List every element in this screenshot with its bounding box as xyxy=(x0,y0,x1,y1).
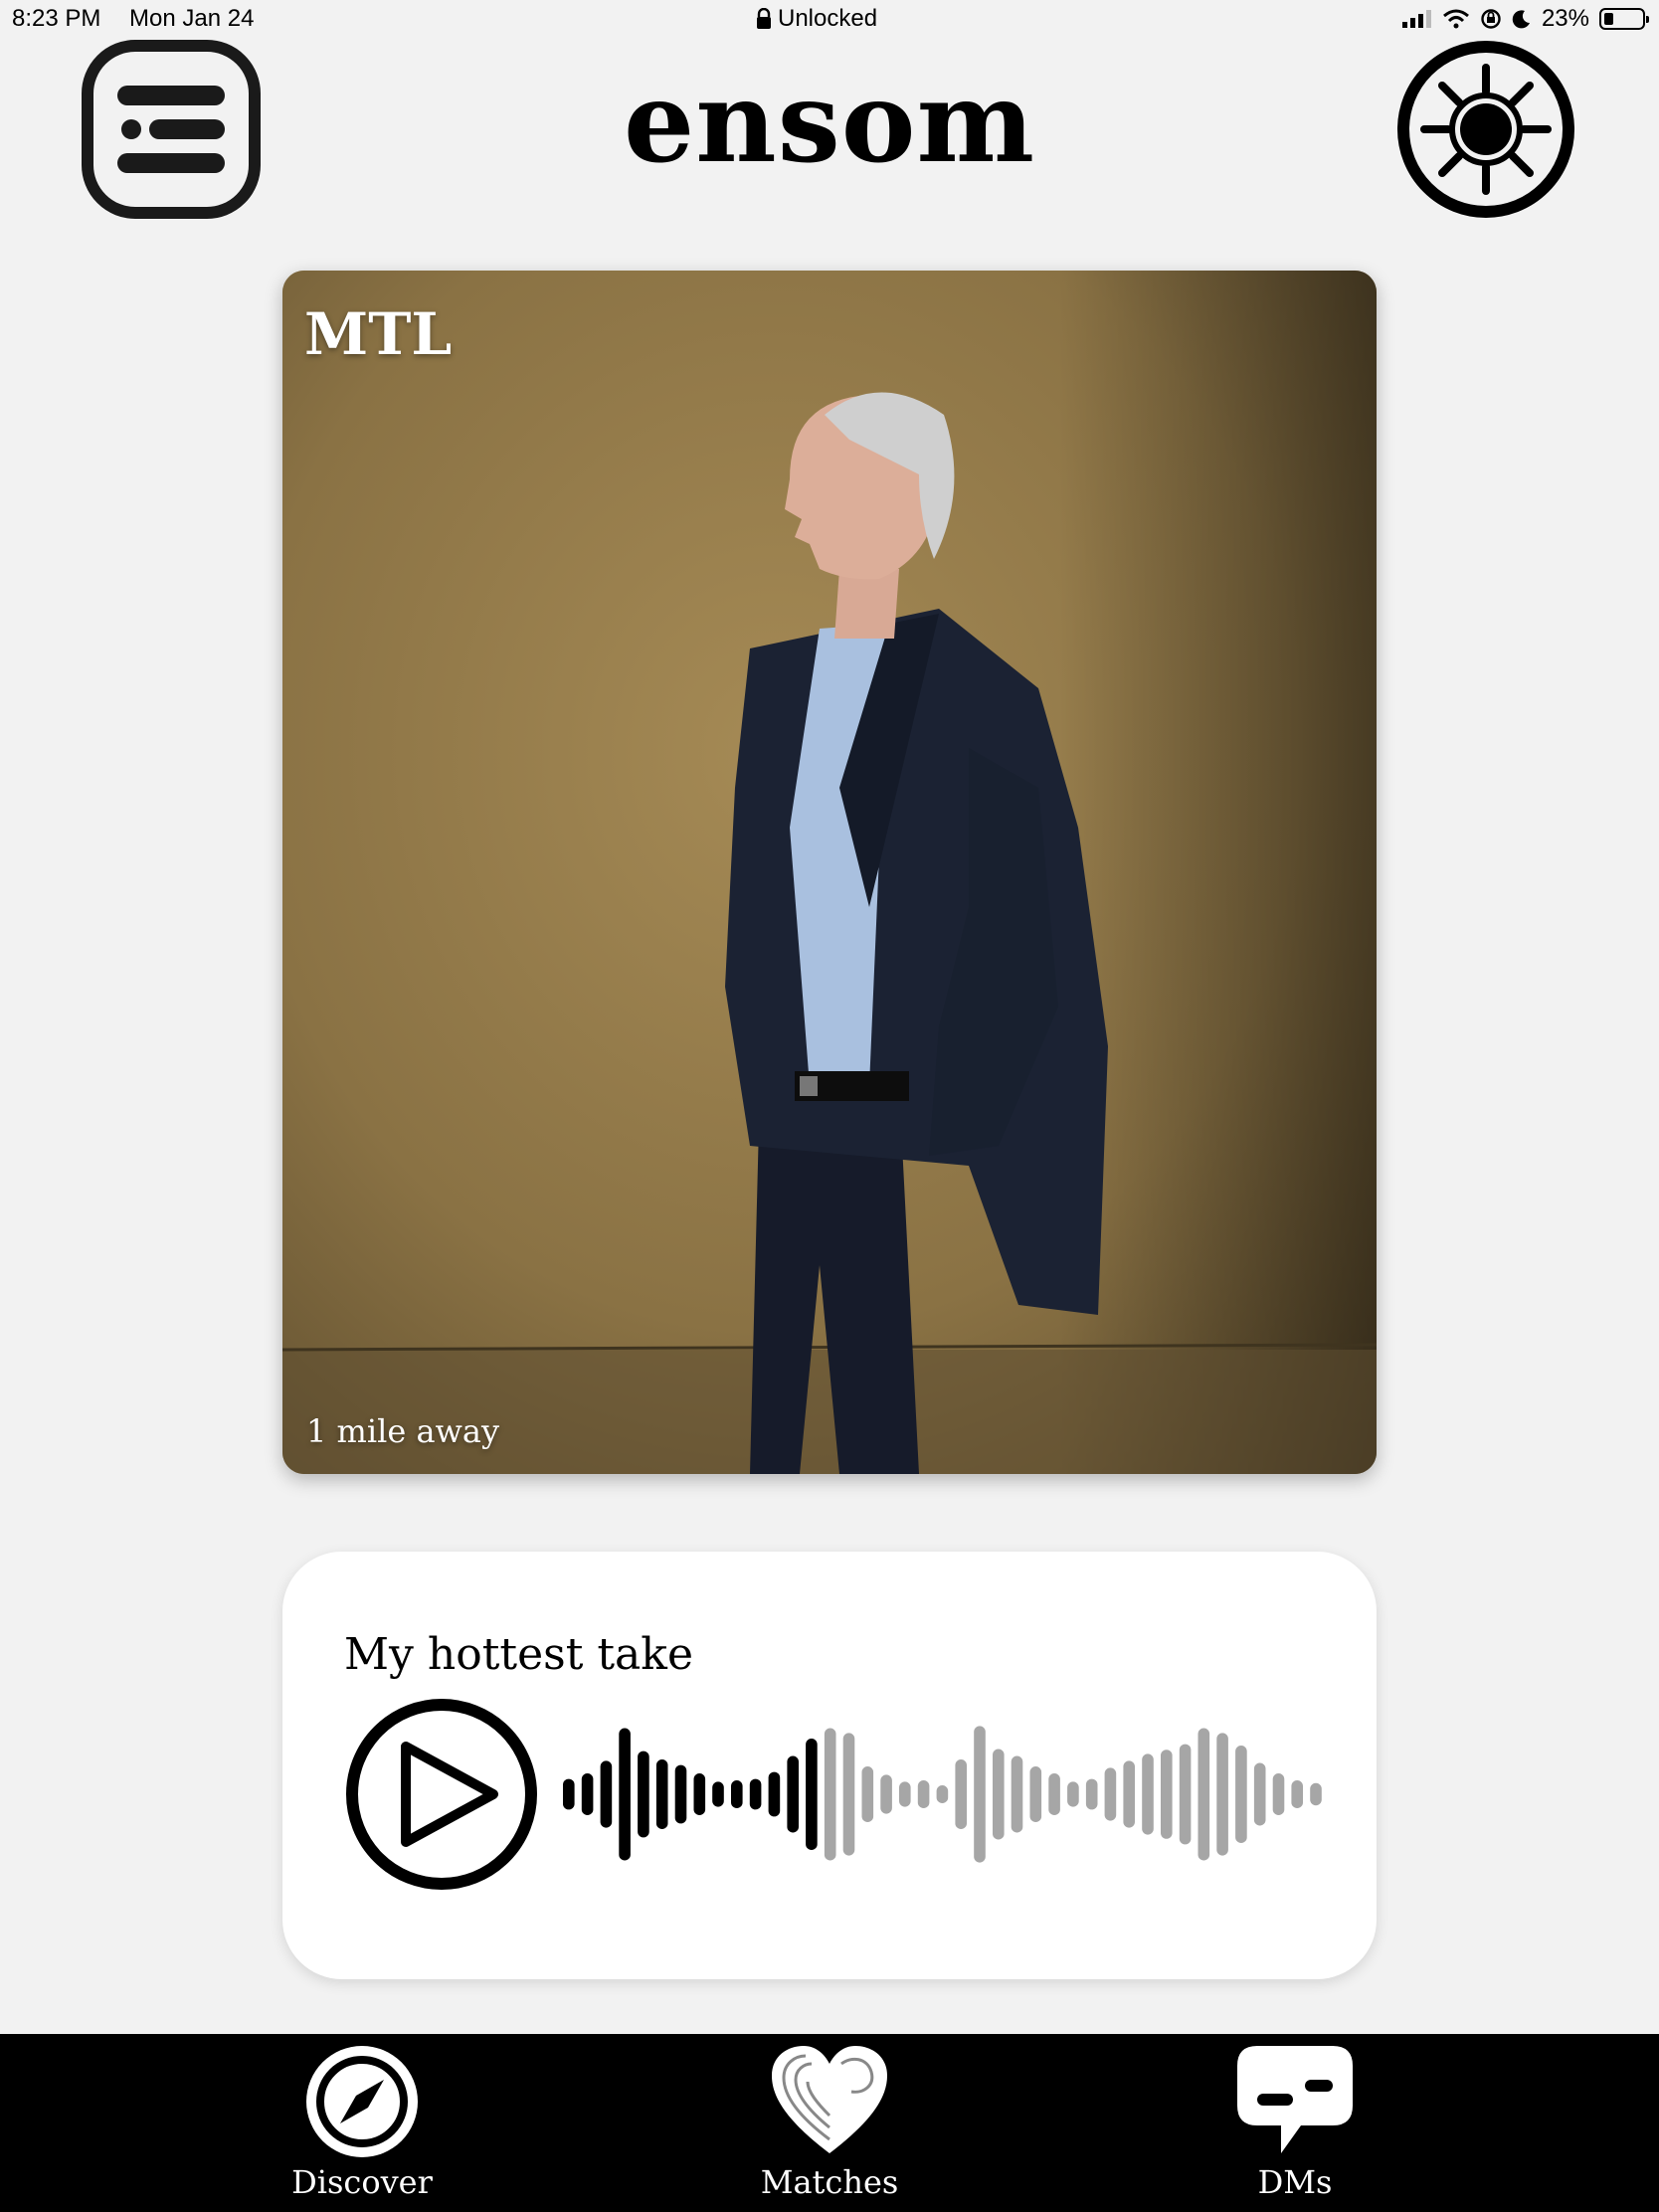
nav-matches[interactable]: Matches xyxy=(700,2042,959,2211)
waveform-bar xyxy=(1291,1780,1303,1808)
chat-bubble-icon xyxy=(1237,2046,1353,2153)
man-in-suit-profile-photo xyxy=(282,271,1377,1474)
waveform-bar xyxy=(693,1773,706,1815)
waveform-bar xyxy=(731,1780,743,1808)
nav-discover[interactable]: Discover xyxy=(233,2042,491,2211)
profile-distance: 1 mile away xyxy=(306,1412,500,1450)
waveform-bar xyxy=(1310,1782,1322,1806)
waveform-bar xyxy=(674,1764,687,1824)
waveform-bar xyxy=(880,1774,892,1814)
waveform-bar xyxy=(1011,1755,1023,1833)
status-time: 8:23 PM xyxy=(12,5,101,32)
lock-status: Unlocked xyxy=(756,5,877,33)
bottom-nav: Discover Matches DMs xyxy=(0,2034,1659,2212)
waveform-bar xyxy=(712,1781,724,1807)
moon-icon xyxy=(1512,10,1530,29)
nav-dms-label: DMs xyxy=(1257,2163,1333,2201)
battery-percent: 23% xyxy=(1541,5,1589,32)
audio-prompt-card: My hottest take xyxy=(282,1552,1377,1979)
waveform-bar xyxy=(936,1785,949,1803)
waveform-bar xyxy=(581,1773,594,1815)
waveform-bar xyxy=(955,1759,967,1829)
orientation-lock-icon xyxy=(1481,9,1501,29)
status-date: Mon Jan 24 xyxy=(129,5,255,32)
waveform-bar xyxy=(619,1728,631,1861)
waveform-bar xyxy=(1235,1746,1247,1843)
waveform-bar xyxy=(1123,1760,1135,1828)
status-bar: 8:23 PM Mon Jan 24 Unlocked 23% xyxy=(0,0,1659,40)
waveform-bar xyxy=(768,1771,781,1817)
waveform-bar xyxy=(1067,1781,1079,1807)
prompt-title: My hottest take xyxy=(344,1629,693,1680)
waveform-bar xyxy=(842,1733,855,1856)
waveform-bar xyxy=(638,1751,649,1838)
waveform-bar xyxy=(1198,1728,1210,1861)
battery-level xyxy=(1604,13,1613,25)
nav-discover-label: Discover xyxy=(291,2163,433,2201)
play-button[interactable] xyxy=(344,1697,539,1892)
settings-button[interactable] xyxy=(1396,40,1575,219)
waveform-bar xyxy=(1179,1744,1192,1845)
waveform-bar xyxy=(655,1759,668,1829)
waveform-bar xyxy=(600,1760,613,1828)
nav-matches-label: Matches xyxy=(760,2163,899,2201)
waveform-bar xyxy=(563,1778,575,1810)
waveform-bar xyxy=(1216,1733,1228,1856)
waveform-bar xyxy=(899,1781,911,1807)
waveform-bar xyxy=(1104,1767,1117,1821)
waveform-bar xyxy=(861,1766,874,1822)
waveform-bar xyxy=(1253,1762,1266,1826)
heart-icon xyxy=(772,2046,887,2153)
lock-icon xyxy=(757,8,771,29)
audio-waveform[interactable] xyxy=(561,1725,1327,1864)
waveform-bar xyxy=(917,1780,930,1808)
nav-dms[interactable]: DMs xyxy=(1166,2042,1424,2211)
signal-icon xyxy=(1401,10,1431,28)
waveform-bar xyxy=(1029,1766,1042,1822)
waveform-bar xyxy=(749,1778,762,1810)
wifi-icon xyxy=(1442,9,1469,29)
compass-icon xyxy=(306,2046,418,2157)
waveform-bar xyxy=(1142,1753,1154,1835)
sun-settings-icon xyxy=(1397,41,1574,218)
waveform-bar xyxy=(1048,1773,1060,1815)
waveform-bar xyxy=(1272,1773,1285,1815)
waveform-bar xyxy=(1161,1750,1173,1839)
profile-card[interactable]: MTL 1 mile away xyxy=(282,271,1377,1474)
waveform-bar xyxy=(806,1739,818,1850)
waveform-bar xyxy=(993,1749,1005,1840)
waveform-bar xyxy=(824,1728,836,1861)
lock-status-label: Unlocked xyxy=(778,5,878,32)
waveform-bar xyxy=(787,1755,799,1833)
status-indicators: 23% xyxy=(1401,5,1649,33)
profile-name: MTL xyxy=(304,300,453,368)
waveform-bar xyxy=(974,1726,986,1863)
play-icon xyxy=(346,1699,537,1890)
waveform-bar xyxy=(1085,1778,1098,1810)
battery-icon xyxy=(1599,8,1649,30)
